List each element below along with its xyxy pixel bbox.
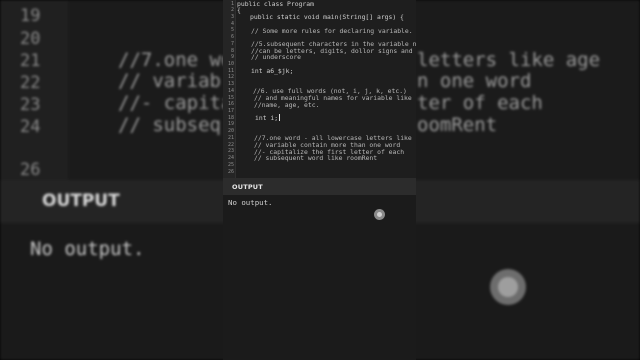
line-number: 24 xyxy=(227,155,234,162)
background-line-number: 20 xyxy=(20,29,41,49)
line-number: 21 xyxy=(227,134,234,141)
output-text: No output. xyxy=(228,198,273,207)
background-output-title: OUTPUT xyxy=(42,191,120,211)
background-code-fragment: // variab xyxy=(118,70,221,92)
background-code-fragment: // subseq xyxy=(118,114,221,136)
code-comment-line: // Some more rules for declaring variabl… xyxy=(251,26,413,35)
line-number: 26 xyxy=(227,168,234,175)
line-number: 23 xyxy=(227,148,234,155)
line-number: 6 xyxy=(230,34,234,41)
output-panel xyxy=(223,195,416,360)
code-comment-line: // subsequent word like roomRent xyxy=(254,154,378,163)
code-line: int a6_$jk; xyxy=(251,66,294,75)
background-code-fragment: oomRent xyxy=(417,114,498,136)
background-code-fragment: letters like age xyxy=(417,49,601,71)
background-line-number: 21 xyxy=(20,51,41,71)
background-line-number: 19 xyxy=(20,6,41,26)
background-line-number: 22 xyxy=(20,73,41,93)
line-number-gutter: 1 2 3 4 5 6 7 8 9 10 11 12 13 14 15 16 17 18 19 20 21 22 23 24 2… xyxy=(223,0,236,178)
text-cursor xyxy=(279,114,281,122)
code-line: { xyxy=(237,6,241,15)
code-editor[interactable]: 1 2 3 4 5 6 7 8 9 10 11 12 13 14 15 16 17 18 19 20 21 22 23 24 2… xyxy=(223,0,416,178)
touch-indicator xyxy=(374,209,385,220)
line-number: 25 xyxy=(227,161,234,168)
line-number: 19 xyxy=(227,121,234,128)
line-number: 9 xyxy=(230,54,234,61)
line-number: 1 xyxy=(230,0,234,7)
code-line: public class Program xyxy=(237,0,314,8)
background-code-fragment: n one word xyxy=(417,70,532,92)
line-number: 11 xyxy=(227,67,234,74)
background-line-number: 26 xyxy=(20,160,41,180)
background-line-number: 24 xyxy=(20,117,41,137)
code-comment-line: //name, age, etc. xyxy=(254,100,320,109)
phone-screen: 1 2 3 4 5 6 7 8 9 10 11 12 13 14 15 16 17 18 19 20 21 22 23 24 2… xyxy=(223,0,416,360)
line-number: 8 xyxy=(230,47,234,54)
line-number: 3 xyxy=(230,13,234,20)
code-line: int i; xyxy=(255,113,281,122)
background-code-fragment: //7.one wo xyxy=(118,49,233,71)
line-number: 22 xyxy=(227,141,234,148)
background-output-text: No output. xyxy=(30,238,145,260)
line-number: 7 xyxy=(230,40,234,47)
code-line: public static void main(String[] args) { xyxy=(250,13,404,22)
background-touch-indicator xyxy=(490,269,526,305)
line-number: 20 xyxy=(227,128,234,135)
line-number: 12 xyxy=(227,74,234,81)
line-number: 2 xyxy=(230,7,234,14)
line-number: 5 xyxy=(230,27,234,34)
line-number: 18 xyxy=(227,114,234,121)
output-title: OUTPUT xyxy=(232,183,263,191)
code-comment-line: // underscore xyxy=(251,53,302,62)
line-number: 10 xyxy=(227,60,234,67)
line-number: 16 xyxy=(227,101,234,108)
background-line-number: 23 xyxy=(20,95,41,115)
line-number: 4 xyxy=(230,20,234,27)
line-number: 17 xyxy=(227,108,234,115)
line-number: 14 xyxy=(227,87,234,94)
line-number: 15 xyxy=(227,94,234,101)
background-code-fragment: ter of each xyxy=(417,92,543,114)
line-number: 13 xyxy=(227,81,234,88)
